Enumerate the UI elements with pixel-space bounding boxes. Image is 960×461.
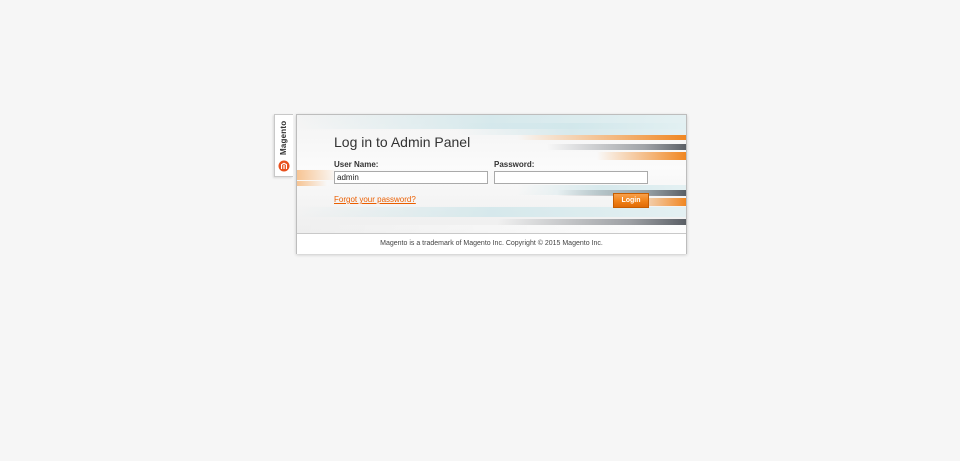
login-panel-body: Log in to Admin Panel User Name: Passwor… [297,115,686,233]
brand-name: Magento [279,120,288,156]
forgot-password-link[interactable]: Forgot your password? [334,195,416,204]
login-panel: Log in to Admin Panel User Name: Passwor… [296,114,687,254]
brand-tab: Magento [274,114,293,177]
page-title: Log in to Admin Panel [334,134,471,150]
footer-copyright: Magento is a trademark of Magento Inc. C… [297,233,686,254]
password-label: Password: [494,160,535,169]
password-input[interactable] [494,171,648,184]
login-button[interactable]: Login [613,193,649,208]
username-input[interactable] [334,171,488,184]
magento-logo-icon [278,160,290,172]
username-label: User Name: [334,160,379,169]
